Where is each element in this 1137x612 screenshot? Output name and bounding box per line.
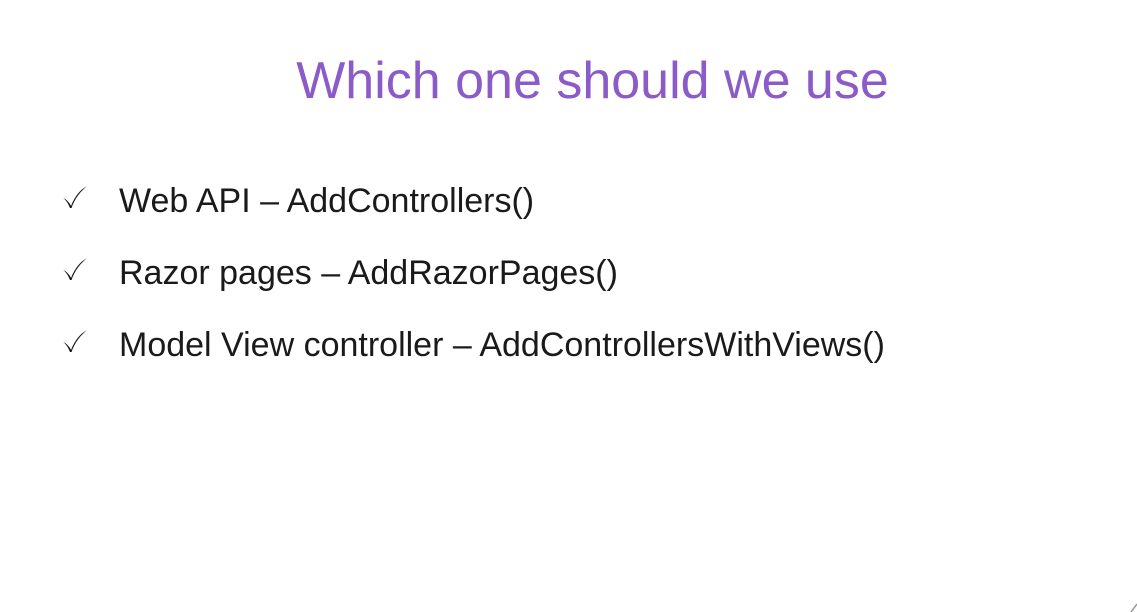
- bullet-item: Web API – AddControllers(): [60, 165, 885, 237]
- bullet-item: Model View controller – AddControllersWi…: [60, 309, 885, 381]
- slide-title: Which one should we use: [296, 52, 889, 110]
- slide: Which one should we use Web API – AddCon…: [0, 0, 1137, 612]
- checkmark-icon: [60, 182, 90, 212]
- bullet-text: Web API – AddControllers(): [119, 182, 535, 220]
- checkmark-icon: [60, 326, 90, 356]
- corner-curl-icon: [1130, 603, 1137, 612]
- bullet-list: Web API – AddControllers() Razor pages –…: [60, 165, 885, 381]
- bullet-text: Razor pages – AddRazorPages(): [119, 254, 618, 292]
- checkmark-icon: [60, 254, 90, 284]
- bullet-text: Model View controller – AddControllersWi…: [119, 326, 885, 364]
- bullet-item: Razor pages – AddRazorPages(): [60, 237, 885, 309]
